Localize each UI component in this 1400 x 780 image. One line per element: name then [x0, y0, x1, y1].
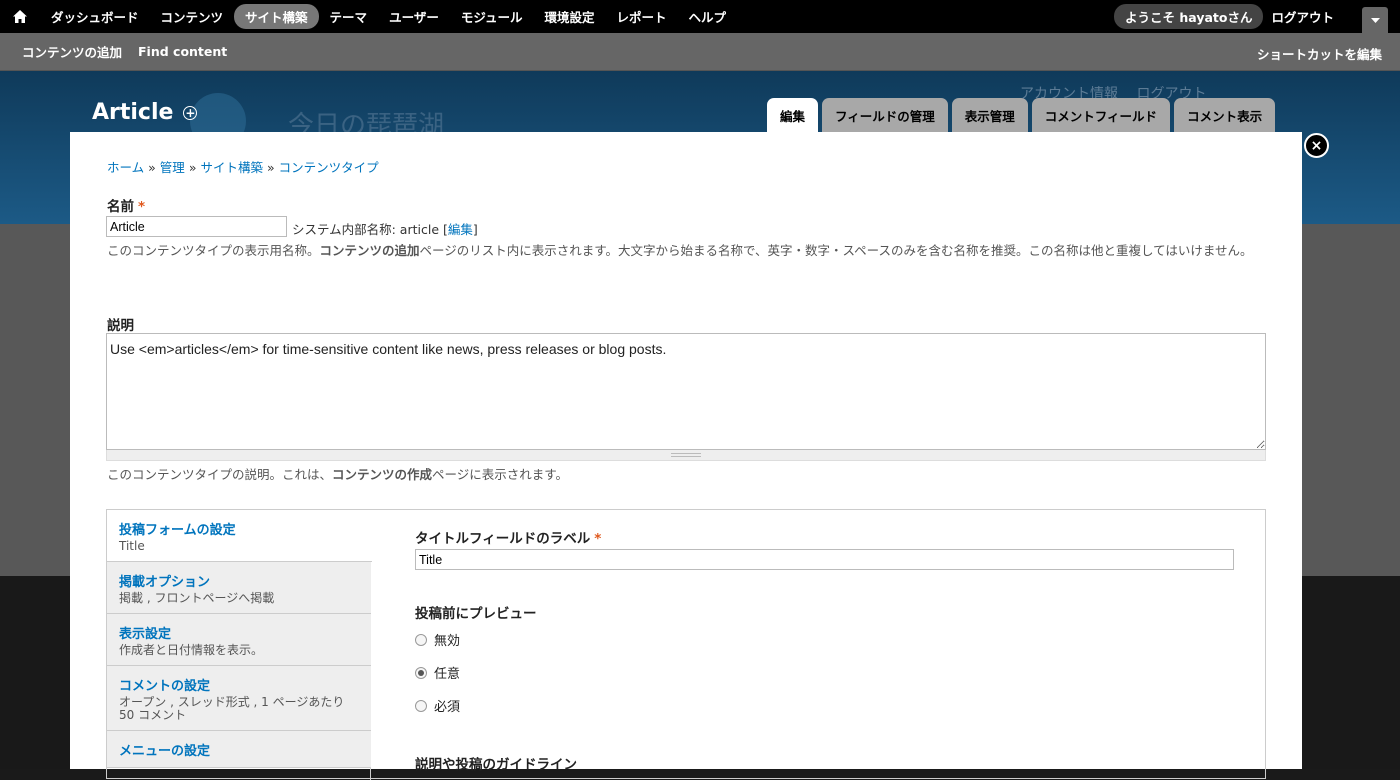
breadcrumb-content-types[interactable]: コンテンツタイプ	[279, 160, 379, 175]
preview-option-optional[interactable]: 任意	[415, 663, 460, 682]
chevron-down-icon	[1370, 17, 1380, 23]
menu-content[interactable]: コンテンツ	[150, 4, 235, 29]
vtab-title: メニューの設定	[119, 744, 211, 759]
radio-button[interactable]	[415, 633, 427, 646]
vtab-summary: Title	[119, 539, 145, 553]
required-marker: *	[138, 199, 146, 215]
vtab-publishing-options[interactable]: 掲載オプション 掲載 , フロントページへ掲載	[107, 562, 371, 614]
menu-structure[interactable]: サイト構築	[234, 4, 319, 29]
admin-menu: ダッシュボード コンテンツ サイト構築 テーマ ユーザー モジュール 環境設定 …	[40, 4, 737, 29]
shortcut-add-content[interactable]: コンテンツの追加	[22, 42, 122, 61]
name-description: このコンテンツタイプの表示用名称。コンテンツの追加ページのリスト内に表示されます…	[107, 243, 1253, 258]
menu-reports[interactable]: レポート	[605, 4, 677, 29]
close-overlay-button[interactable]: ×	[1304, 133, 1329, 158]
admin-toolbar: ダッシュボード コンテンツ サイト構築 テーマ ユーザー モジュール 環境設定 …	[0, 0, 1400, 33]
description-label: 説明	[107, 318, 134, 334]
home-icon[interactable]	[0, 0, 40, 33]
vtab-menu-settings[interactable]: メニューの設定	[107, 731, 371, 768]
menu-people[interactable]: ユーザー	[378, 4, 450, 29]
vertical-tab-list: 投稿フォームの設定 Title 掲載オプション 掲載 , フロントページへ掲載 …	[107, 510, 372, 780]
description-textarea[interactable]: Use <em>articles</em> for time-sensitive…	[106, 333, 1266, 450]
vtab-summary: 掲載 , フロントページへ掲載	[119, 591, 275, 605]
vtab-comment-settings[interactable]: コメントの設定 オープン , スレッド形式 , 1 ページあたり 50 コメント	[107, 666, 371, 731]
menu-help[interactable]: ヘルプ	[678, 4, 738, 29]
guidelines-label: 説明や投稿のガイドライン	[415, 757, 577, 773]
description-help: このコンテンツタイプの説明。これは、コンテンツの作成ページに表示されます。	[107, 467, 569, 482]
breadcrumb-home[interactable]: ホーム	[107, 160, 144, 175]
name-input[interactable]	[106, 216, 287, 237]
menu-appearance[interactable]: テーマ	[319, 4, 379, 29]
machine-name: システム内部名称: article [編集]	[292, 222, 478, 237]
vtab-submission-form[interactable]: 投稿フォームの設定 Title	[107, 510, 372, 562]
shortcut-drawer-toggle[interactable]	[1362, 7, 1388, 33]
vtab-title: 表示設定	[119, 627, 172, 642]
textarea-resize-handle[interactable]	[106, 450, 1266, 461]
preview-option-required[interactable]: 必須	[415, 696, 460, 715]
menu-dashboard[interactable]: ダッシュボード	[40, 4, 150, 29]
menu-configuration[interactable]: 環境設定	[533, 4, 605, 29]
radio-label: 必須	[434, 700, 461, 715]
add-shortcut-icon[interactable]: +	[183, 105, 198, 120]
breadcrumb-admin[interactable]: 管理	[160, 160, 185, 175]
name-label: 名前 *	[107, 199, 146, 215]
tab-manage-display[interactable]: 表示管理	[951, 98, 1028, 132]
radio-label: 無効	[434, 634, 461, 649]
tab-edit[interactable]: 編集	[767, 98, 819, 132]
overlay-title: Article +	[92, 100, 198, 125]
radio-label: 任意	[434, 667, 461, 682]
shortcut-find-content[interactable]: Find content	[138, 44, 227, 59]
tab-manage-fields[interactable]: フィールドの管理	[822, 98, 948, 132]
user-greeting-link[interactable]: ようこそ hayatoさん	[1114, 4, 1264, 29]
tab-comment-fields[interactable]: コメントフィールド	[1031, 98, 1171, 132]
preview-label: 投稿前にプレビュー	[415, 606, 537, 622]
radio-button[interactable]	[415, 699, 427, 712]
menu-modules[interactable]: モジュール	[450, 4, 534, 29]
toolbar-logout-link[interactable]: ログアウト	[1271, 7, 1334, 26]
vertical-tabs: 投稿フォームの設定 Title 掲載オプション 掲載 , フロントページへ掲載 …	[106, 509, 1266, 780]
overlay-tabs: 編集 フィールドの管理 表示管理 コメントフィールド コメント表示	[767, 98, 1276, 132]
vtab-title: コメントの設定	[119, 679, 211, 694]
tab-comment-display[interactable]: コメント表示	[1174, 98, 1276, 132]
page-title: Article	[92, 100, 174, 125]
vtab-summary: オープン , スレッド形式 , 1 ページあたり 50 コメント	[119, 695, 345, 722]
breadcrumb: ホーム» 管理» サイト構築» コンテンツタイプ	[107, 160, 379, 175]
required-marker: *	[594, 531, 602, 547]
title-field-label: タイトルフィールドのラベル *	[415, 531, 602, 547]
vtab-title: 掲載オプション	[119, 575, 211, 590]
vtab-summary: 作成者と日付情報を表示。	[119, 643, 264, 657]
shortcut-bar: コンテンツの追加 Find content ショートカットを編集	[0, 33, 1400, 71]
overlay-content: ホーム»管理»サイト構築»コンテンツタイプ 名前* システム内部名称: arti…	[70, 132, 1302, 780]
radio-button-selected[interactable]	[415, 666, 427, 679]
vtab-display-settings[interactable]: 表示設定 作成者と日付情報を表示。	[107, 614, 371, 666]
vtab-title: 投稿フォームの設定	[119, 523, 236, 538]
machine-name-edit-link[interactable]: 編集	[448, 222, 473, 237]
breadcrumb-structure[interactable]: サイト構築	[200, 160, 263, 175]
title-field-input[interactable]	[415, 549, 1234, 570]
edit-shortcuts-link[interactable]: ショートカットを編集	[1257, 44, 1382, 63]
preview-option-disabled[interactable]: 無効	[415, 630, 460, 649]
